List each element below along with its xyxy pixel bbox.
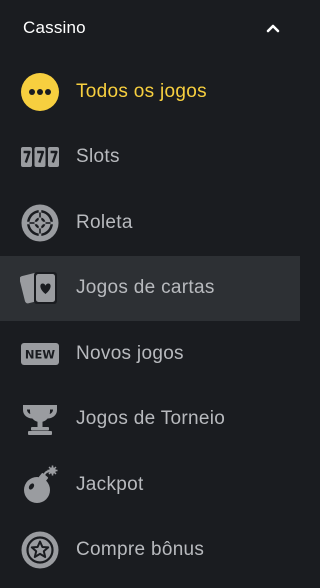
more-dots-icon <box>20 72 60 112</box>
menu-item-label: Jackpot <box>76 473 144 495</box>
menu-item-label: Compre bônus <box>76 539 205 561</box>
menu-item-label: Slots <box>76 146 120 168</box>
bomb-icon <box>20 465 60 505</box>
menu-item-roleta[interactable]: Roleta <box>0 190 300 256</box>
new-badge-text: NEW <box>25 347 55 361</box>
menu-item-todos-os-jogos[interactable]: Todos os jogos <box>0 59 300 125</box>
menu-item-label: Jogos de Torneio <box>76 408 226 430</box>
trophy-icon <box>20 399 60 439</box>
casino-menu-list: Todos os jogos Slots Roleta Jogos de car… <box>0 59 300 583</box>
menu-item-jogos-de-cartas[interactable]: Jogos de cartas <box>0 255 300 321</box>
menu-item-jogos-de-torneio[interactable]: Jogos de Torneio <box>0 387 300 453</box>
section-title: Cassino <box>23 18 86 37</box>
slot-machine-icon <box>20 137 60 177</box>
menu-item-label: Roleta <box>76 211 133 233</box>
menu-item-novos-jogos[interactable]: NEW Novos jogos <box>0 321 300 387</box>
menu-item-slots[interactable]: Slots <box>0 125 300 191</box>
chevron-up-icon[interactable] <box>266 23 280 33</box>
casino-menu-panel: Cassino Todos os jogos Slots Roleta Jogo… <box>0 0 300 588</box>
menu-item-label: Jogos de cartas <box>76 277 215 299</box>
casino-section-header[interactable]: Cassino <box>0 0 300 56</box>
menu-item-label: Novos jogos <box>76 342 184 364</box>
new-badge-icon: NEW <box>20 334 60 374</box>
roulette-icon <box>20 203 60 243</box>
menu-item-label: Todos os jogos <box>76 80 207 102</box>
playing-cards-icon <box>20 268 60 308</box>
menu-item-jackpot[interactable]: Jackpot <box>0 452 300 518</box>
star-coin-icon <box>20 530 60 570</box>
menu-item-compre-bonus[interactable]: Compre bônus <box>0 518 300 584</box>
